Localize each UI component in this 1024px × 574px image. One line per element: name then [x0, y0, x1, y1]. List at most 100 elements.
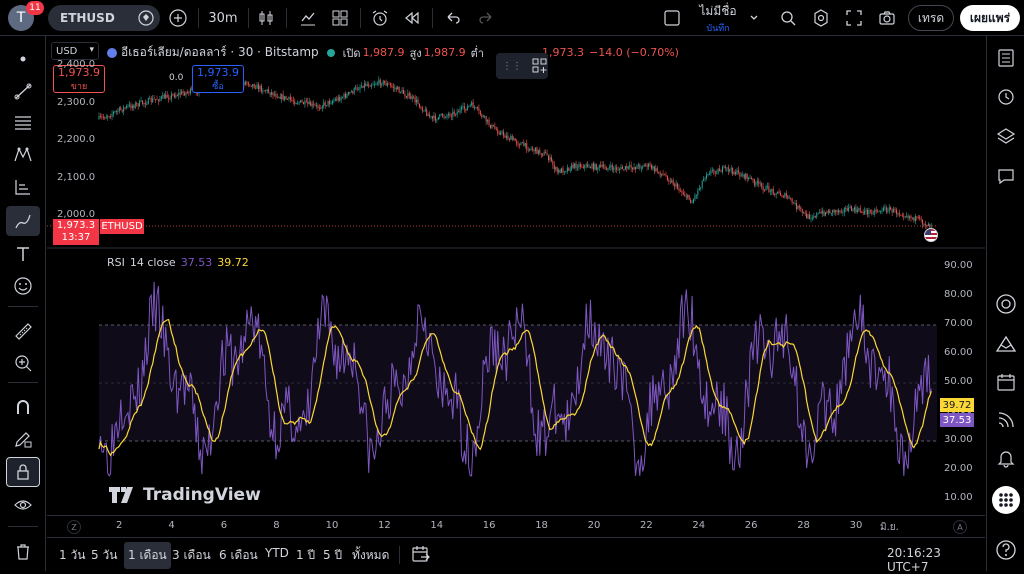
tradingview-watermark[interactable]: TradingView [109, 485, 261, 505]
brush-tool[interactable] [6, 206, 40, 236]
range-button[interactable]: 5 วัน [91, 546, 117, 565]
candle-body [704, 178, 706, 179]
candle-body [911, 217, 913, 219]
range-button[interactable]: 1 เดือน [124, 542, 171, 569]
pattern-tool[interactable] [6, 140, 40, 170]
replay-button[interactable] [400, 6, 424, 30]
candle-body [871, 210, 873, 215]
drag-handle-icon[interactable]: ⋮⋮ [502, 61, 522, 72]
emoji-tool[interactable] [6, 271, 40, 301]
alert-button[interactable] [368, 6, 392, 30]
range-button[interactable]: 6 เดือน [219, 546, 258, 565]
candle-body [98, 116, 100, 119]
candle-body [136, 103, 138, 105]
candle-body [587, 164, 589, 168]
candle-body [184, 92, 186, 96]
fullscreen-button[interactable] [842, 6, 866, 30]
settings-button[interactable] [809, 6, 833, 30]
rsi-axis-label: 30.00 [944, 434, 973, 445]
object-tree-button[interactable] [987, 120, 1024, 152]
rsi-legend[interactable]: RSI 14 close 37.53 39.72 [107, 256, 249, 269]
text-tool[interactable] [6, 239, 40, 269]
candle-body [476, 107, 478, 109]
sell-label: ขาย [70, 81, 88, 92]
time-axis[interactable]: Z A 2 4 6 8 10 12 14 16 18 20 22 24 26 28 30 มิ.ย. [47, 515, 985, 537]
add-symbol-button[interactable] [166, 6, 190, 30]
indicators-button[interactable] [296, 6, 320, 30]
floating-widget[interactable]: ⋮⋮ [496, 53, 548, 79]
candle-body [598, 165, 600, 168]
symbol-search-button[interactable]: ETHUSD [48, 5, 160, 31]
go-to-date-button[interactable] [411, 544, 431, 564]
lock-drawings-tool[interactable] [6, 424, 40, 454]
currency-selector[interactable]: USD ▾ [51, 42, 99, 60]
time-axis-label: 18 [535, 520, 548, 531]
interval-button[interactable]: 30m [204, 6, 242, 30]
range-button[interactable]: YTD [265, 546, 289, 560]
buy-button[interactable]: 1,973.9 ซื้อ [192, 65, 244, 93]
layouts-button[interactable] [328, 6, 352, 30]
candle-body [115, 111, 117, 112]
measure-tool[interactable] [6, 316, 40, 346]
save-dropdown[interactable] [745, 8, 763, 28]
pencil-lock-icon [13, 429, 33, 449]
lock-button[interactable] [6, 457, 40, 487]
help-button[interactable] [987, 534, 1024, 566]
zoom-icon[interactable]: Z [67, 520, 81, 534]
hide-drawings-tool[interactable] [6, 490, 40, 520]
range-button[interactable]: 1 วัน [59, 546, 85, 565]
range-button[interactable]: 1 ปี [296, 546, 315, 565]
fib-tool[interactable] [6, 108, 40, 138]
utc-clock[interactable]: 20:16:23 UTC+7 [887, 546, 985, 574]
save-layout-button[interactable]: ไม่มีชื่อ บันทึก [693, 3, 743, 34]
ideas-button[interactable] [987, 288, 1024, 320]
range-button[interactable]: 5 ปี [323, 546, 342, 565]
chart-type-button[interactable] [254, 6, 278, 30]
save-subtitle: บันทึก [706, 23, 730, 34]
products-button[interactable] [987, 484, 1024, 516]
candle-body [414, 97, 416, 103]
calendar-button[interactable] [987, 366, 1024, 398]
rsi-tag: 37.53 [940, 413, 974, 427]
candle-body [891, 209, 893, 213]
range-button[interactable]: 3 เดือน [172, 546, 211, 565]
pine-button[interactable] [987, 328, 1024, 360]
candle-body [836, 210, 838, 213]
remove-drawings-tool[interactable] [6, 536, 40, 566]
price-axis-label: 2,300.0 [57, 96, 96, 108]
alerts-button[interactable] [987, 80, 1024, 112]
zoom-tool[interactable] [6, 348, 40, 378]
publish-button[interactable]: เผยแพร่ [960, 5, 1020, 31]
candle-body [150, 97, 152, 102]
undo-button[interactable] [441, 6, 465, 30]
candle-body [311, 103, 313, 107]
candle-body [890, 207, 892, 210]
prediction-tool[interactable] [6, 172, 40, 202]
candle-body [691, 202, 693, 204]
trendline-tool[interactable] [6, 76, 40, 106]
candle-body [265, 90, 267, 92]
chart-canvas[interactable] [47, 37, 985, 537]
chats-button[interactable] [987, 160, 1024, 192]
trade-button[interactable]: เทรด [908, 5, 954, 31]
notifications-button[interactable] [987, 442, 1024, 474]
candle-body [546, 153, 548, 156]
range-button[interactable]: ทั้งหมด [352, 546, 389, 565]
candle-body [643, 164, 645, 167]
time-axis-label: 30 [849, 520, 863, 531]
crosshair-tool[interactable] [6, 44, 40, 74]
fullscreen-layout-button[interactable] [660, 6, 684, 30]
chart-area[interactable]: USD ▾ อีเธอร์เลียม/ดอลลาร์ · 30 · Bitsta… [47, 37, 985, 537]
auto-scale-icon[interactable]: A [953, 520, 967, 534]
candle-body [697, 190, 699, 196]
redo-button[interactable] [474, 6, 498, 30]
streams-button[interactable] [987, 404, 1024, 436]
magnet-tool[interactable] [6, 392, 40, 422]
candle-body [268, 89, 270, 93]
candle-body [548, 155, 549, 161]
candle-body [540, 153, 542, 155]
us-flag-icon[interactable] [924, 228, 938, 242]
snapshot-button[interactable] [875, 6, 899, 30]
quick-search-button[interactable] [776, 6, 800, 30]
watchlist-button[interactable] [987, 42, 1024, 74]
